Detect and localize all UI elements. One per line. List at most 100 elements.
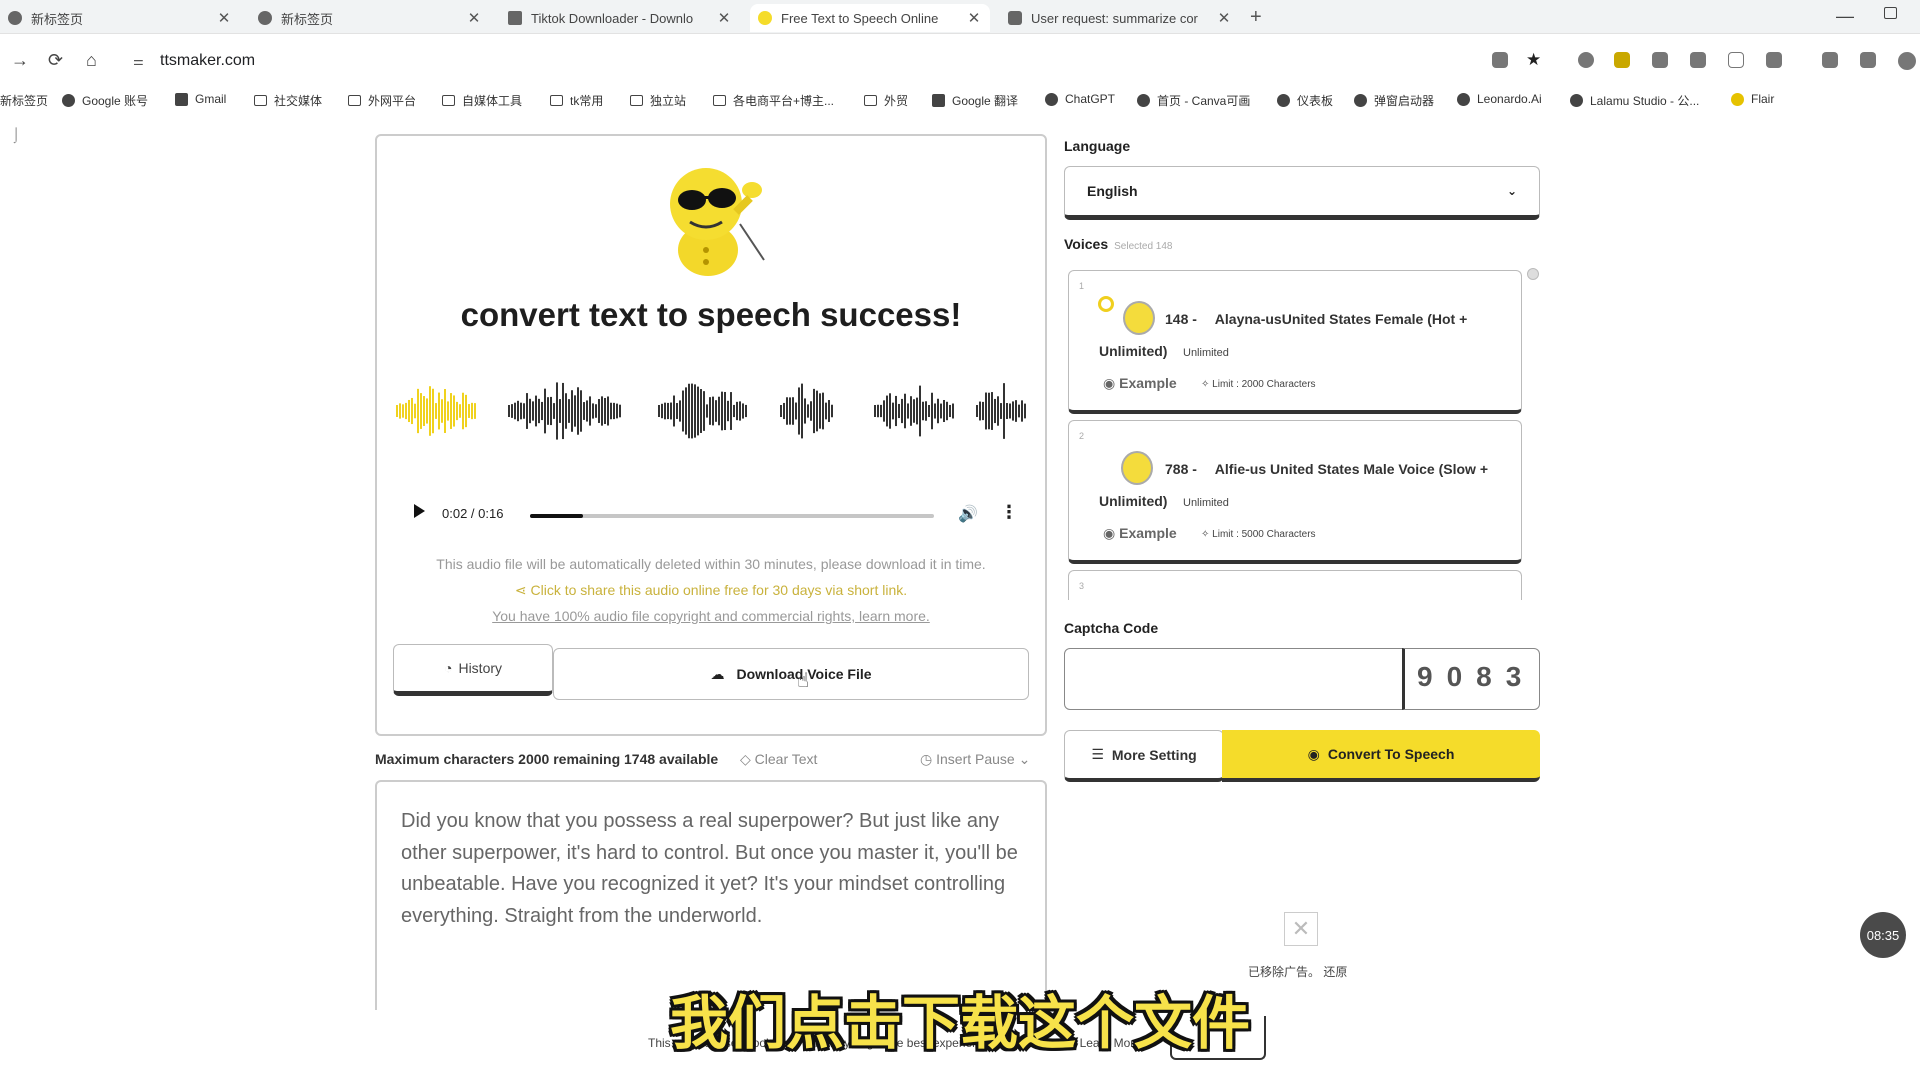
close-icon[interactable]: ✕ xyxy=(966,9,982,27)
bookmark-folder[interactable]: 外网平台 xyxy=(348,92,416,109)
extensions-puzzle-icon[interactable] xyxy=(1766,52,1782,68)
editor-text[interactable]: Did you know that you possess a real sup… xyxy=(401,806,1027,932)
waveform-bar xyxy=(798,387,800,435)
bookmark-folder[interactable]: 独立站 xyxy=(630,92,686,109)
clear-text-button[interactable]: ◇ Clear Text xyxy=(740,751,817,768)
scrollbar-thumb[interactable] xyxy=(1527,268,1539,280)
waveform-bar xyxy=(423,396,425,426)
waveform-bar xyxy=(883,400,885,422)
bookmark-folder[interactable]: 各电商平台+博主... xyxy=(713,92,834,109)
tab-4[interactable]: Free Text to Speech Online ✕ xyxy=(750,4,990,32)
waveform-bar xyxy=(706,404,708,418)
waveform-bar xyxy=(658,405,660,417)
voice-example-button[interactable]: ◉ Example xyxy=(1103,525,1177,542)
more-options-icon[interactable]: ⋮ xyxy=(1000,502,1018,523)
translate-icon[interactable] xyxy=(1492,52,1508,68)
extension-icon[interactable] xyxy=(1578,52,1594,68)
address-bar[interactable]: ttsmaker.com xyxy=(160,52,255,70)
waveform-bar xyxy=(426,398,428,424)
voice-card[interactable]: 2 788 - Alfie-us United States Male Voic… xyxy=(1068,420,1522,564)
bookmark-item[interactable]: Lalamu Studio - 公... xyxy=(1570,92,1699,109)
downloads-icon[interactable] xyxy=(1860,52,1876,68)
home-icon[interactable]: ⌂ xyxy=(86,50,97,71)
profile-avatar[interactable] xyxy=(1898,52,1916,70)
bookmark-folder[interactable]: 社交媒体 xyxy=(254,92,322,109)
bookmark-item[interactable]: Google 翻译 xyxy=(932,92,1018,109)
bookmark-item[interactable]: 新标签页 xyxy=(0,92,48,109)
tab-1[interactable]: 新标签页 ✕ xyxy=(0,4,240,32)
waveform-bar xyxy=(667,402,669,420)
bookmark-folder[interactable]: 外贸 xyxy=(864,92,908,109)
waveform-bar xyxy=(985,392,987,430)
close-icon[interactable]: ✕ xyxy=(216,9,232,27)
bookmark-star-icon[interactable]: ★ xyxy=(1526,50,1542,69)
share-link[interactable]: ⋖ Click to share this audio online free … xyxy=(375,582,1047,599)
new-tab-button[interactable]: + xyxy=(1250,6,1262,29)
waveform-bar xyxy=(613,402,615,420)
language-select[interactable]: English ⌄ xyxy=(1064,166,1540,220)
extension-icon[interactable] xyxy=(1728,52,1744,68)
tab-5[interactable]: User request: summarize cor ✕ xyxy=(1000,4,1240,32)
bookmark-item[interactable]: Gmail xyxy=(175,92,226,106)
voice-index: 1 xyxy=(1079,281,1085,291)
reload-icon[interactable]: ⟳ xyxy=(48,50,63,71)
volume-icon[interactable]: 🔊 xyxy=(958,504,978,524)
close-icon[interactable]: ✕ xyxy=(716,9,732,27)
bookmark-folder[interactable]: 自媒体工具 xyxy=(442,92,522,109)
bookmark-item[interactable]: 仪表板 xyxy=(1277,92,1333,109)
waveform-bar xyxy=(822,392,824,430)
audio-seek-bar[interactable] xyxy=(530,514,934,518)
bookmark-item[interactable]: 弹窗启动器 xyxy=(1354,92,1434,109)
waveform-bar xyxy=(408,399,410,423)
extension-icon[interactable] xyxy=(1652,52,1668,68)
waveform-bar xyxy=(1021,400,1023,422)
bookmark-item[interactable]: Google 账号 xyxy=(62,92,148,109)
convert-to-speech-button[interactable]: ◉ Convert To Speech xyxy=(1222,730,1540,782)
bookmark-item[interactable]: ChatGPT xyxy=(1045,92,1115,106)
restore-icon[interactable] xyxy=(1884,7,1897,19)
site-info-icon[interactable]: ⚌ xyxy=(133,54,144,68)
waveform-bar xyxy=(673,395,675,427)
media-icon[interactable] xyxy=(1822,52,1838,68)
waveform-bar xyxy=(598,399,600,423)
waveform-bar xyxy=(913,399,915,423)
captcha-image[interactable]: 9083 xyxy=(1402,648,1540,710)
waveform-bar xyxy=(438,392,440,430)
waveform-bar xyxy=(979,401,981,421)
waveform-bar xyxy=(700,389,702,433)
history-button[interactable]: ◔ History xyxy=(393,644,553,696)
close-icon[interactable]: ✕ xyxy=(1216,9,1232,27)
waveform-bar xyxy=(468,404,470,418)
captcha-input[interactable] xyxy=(1064,648,1404,710)
tab-2[interactable]: 新标签页 ✕ xyxy=(250,4,490,32)
copyright-link[interactable]: You have 100% audio file copyright and c… xyxy=(375,608,1047,624)
voice-card[interactable]: 1 148 - Alayna-usUnited States Female (H… xyxy=(1068,270,1522,414)
extension-icon[interactable] xyxy=(1614,52,1630,68)
voice-name: 788 - Alfie-us United States Male Voice … xyxy=(1165,461,1488,477)
forward-icon[interactable]: → xyxy=(11,50,29,71)
play-icon[interactable] xyxy=(414,504,425,518)
waveform-bar xyxy=(828,400,830,422)
download-voice-file-button[interactable]: ☁ Download Voice File xyxy=(553,648,1029,700)
bookmark-item[interactable]: Flair xyxy=(1731,92,1774,106)
waveform-bar xyxy=(703,391,705,431)
tab-3[interactable]: Tiktok Downloader - Downlo ✕ xyxy=(500,4,740,32)
chevron-down-icon: ⌄ xyxy=(1506,184,1517,198)
waveform-bar xyxy=(429,386,431,436)
insert-pause-button[interactable]: ◷ Insert Pause ⌄ xyxy=(920,751,1030,768)
extension-icon[interactable] xyxy=(1690,52,1706,68)
close-icon[interactable]: ✕ xyxy=(466,9,482,27)
bookmark-folder[interactable]: tk常用 xyxy=(550,92,603,109)
waveform-bar xyxy=(471,402,473,420)
voice-example-button[interactable]: ◉ Example xyxy=(1103,375,1177,392)
more-setting-button[interactable]: ☰ More Setting xyxy=(1064,730,1224,782)
popup-icon xyxy=(1354,94,1367,107)
voice-card[interactable]: 3 xyxy=(1068,570,1522,600)
waveform-bar xyxy=(589,396,591,426)
waveform-bar xyxy=(730,392,732,430)
minimize-icon[interactable]: — xyxy=(1836,6,1854,27)
bookmark-item[interactable]: Leonardo.Ai xyxy=(1457,92,1542,106)
waveform-bar xyxy=(901,398,903,424)
bookmark-item[interactable]: 首页 - Canva可画 xyxy=(1137,92,1250,109)
waveform-bar xyxy=(825,402,827,420)
